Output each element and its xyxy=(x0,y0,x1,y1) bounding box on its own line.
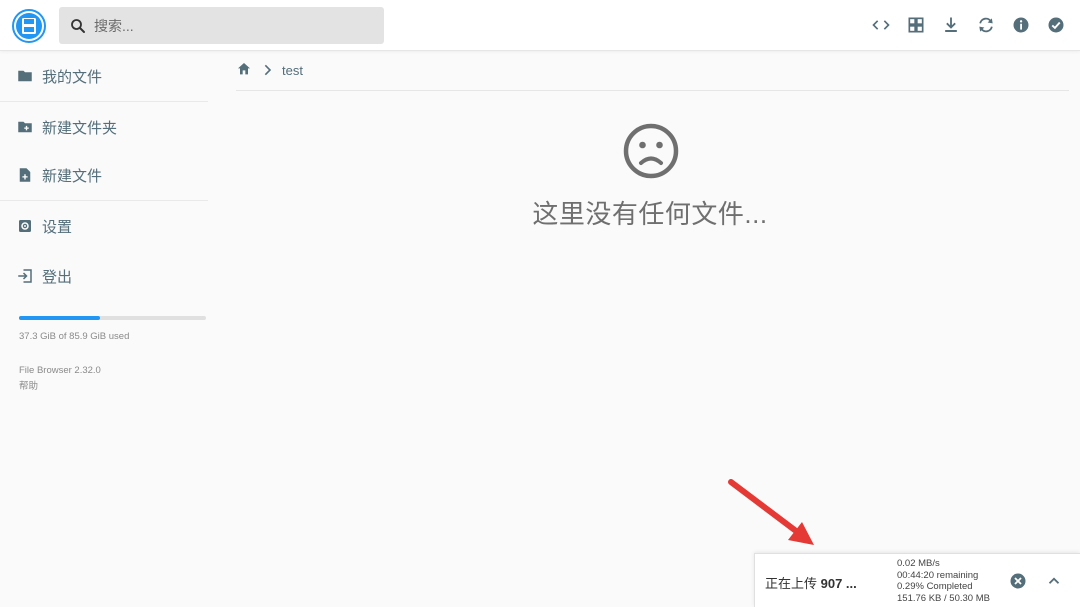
sidebar-item-settings[interactable]: 设置 xyxy=(0,202,208,250)
header: 搜索... xyxy=(0,0,1080,51)
search-input[interactable]: 搜索... xyxy=(59,7,384,44)
annotation-arrow-icon xyxy=(728,479,814,545)
sad-face-icon xyxy=(623,123,679,179)
select-check-icon[interactable] xyxy=(1046,14,1066,36)
storage-usage-bar xyxy=(19,316,206,320)
switch-view-icon[interactable] xyxy=(976,14,996,36)
home-icon[interactable] xyxy=(236,61,254,79)
cancel-upload-icon[interactable] xyxy=(1009,572,1027,590)
upload-stats: 0.02 MB/s 00:44:20 remaining 0.29% Compl… xyxy=(897,558,990,604)
upload-completed: 0.29% Completed xyxy=(897,581,973,592)
version-text: File Browser 2.32.0 xyxy=(19,365,101,376)
download-icon[interactable] xyxy=(941,14,961,36)
upload-size: 151.76 KB / 50.30 MB xyxy=(897,592,990,604)
search-placeholder: 搜索... xyxy=(94,17,134,34)
code-view-icon[interactable] xyxy=(871,14,891,36)
sidebar-item-label: 新建文件 xyxy=(42,167,103,185)
sidebar-item-new-folder[interactable]: 新建文件夹 xyxy=(0,103,208,151)
chevron-up-icon[interactable] xyxy=(1045,572,1063,590)
sidebar-divider xyxy=(0,200,208,201)
upload-speed: 0.02 MB/s xyxy=(897,558,940,569)
empty-folder-message: 这里没有任何文件... xyxy=(532,199,768,229)
breadcrumb-divider xyxy=(236,90,1069,91)
sidebar-item-label: 设置 xyxy=(42,218,73,236)
header-actions xyxy=(871,14,1066,36)
create-folder-icon xyxy=(18,121,32,133)
chevron-right-icon xyxy=(260,62,276,78)
upload-progress-panel: 正在上传 907 ... 0.02 MB/s 00:44:20 remainin… xyxy=(754,553,1080,607)
storage-usage-text: 37.3 GiB of 85.9 GiB used xyxy=(19,331,130,342)
sidebar-item-my-files[interactable]: 我的文件 xyxy=(0,52,208,100)
note-add-icon xyxy=(19,168,31,182)
sidebar-divider xyxy=(0,101,208,102)
sidebar-item-label: 我的文件 xyxy=(42,68,103,86)
sidebar-item-logout[interactable]: 登出 xyxy=(0,252,208,300)
settings-icon xyxy=(19,220,31,232)
file-browser-logo-icon[interactable] xyxy=(12,9,46,43)
sidebar: 我的文件 新建文件夹 新建文件 设置 登出 37.3 GiB of 85.9 G… xyxy=(0,51,220,607)
upload-file-name: 907 ... xyxy=(817,576,857,591)
logout-icon xyxy=(18,269,32,283)
upload-title: 正在上传 907 ... xyxy=(765,573,857,592)
sidebar-item-new-file[interactable]: 新建文件 xyxy=(0,151,208,199)
breadcrumb-item-current[interactable]: test xyxy=(282,63,303,78)
sidebar-item-label: 新建文件夹 xyxy=(42,119,118,137)
info-icon[interactable] xyxy=(1011,14,1031,36)
sidebar-item-label: 登出 xyxy=(42,268,73,286)
upload-title-label: 正在上传 xyxy=(765,576,818,591)
breadcrumb: test xyxy=(236,60,303,80)
grid-view-icon[interactable] xyxy=(906,14,926,36)
upload-remaining: 00:44:20 remaining xyxy=(897,569,979,581)
folder-icon xyxy=(18,70,32,82)
help-link[interactable]: 帮助 xyxy=(19,378,38,392)
storage-usage-fill xyxy=(19,316,101,320)
search-icon xyxy=(71,18,85,33)
